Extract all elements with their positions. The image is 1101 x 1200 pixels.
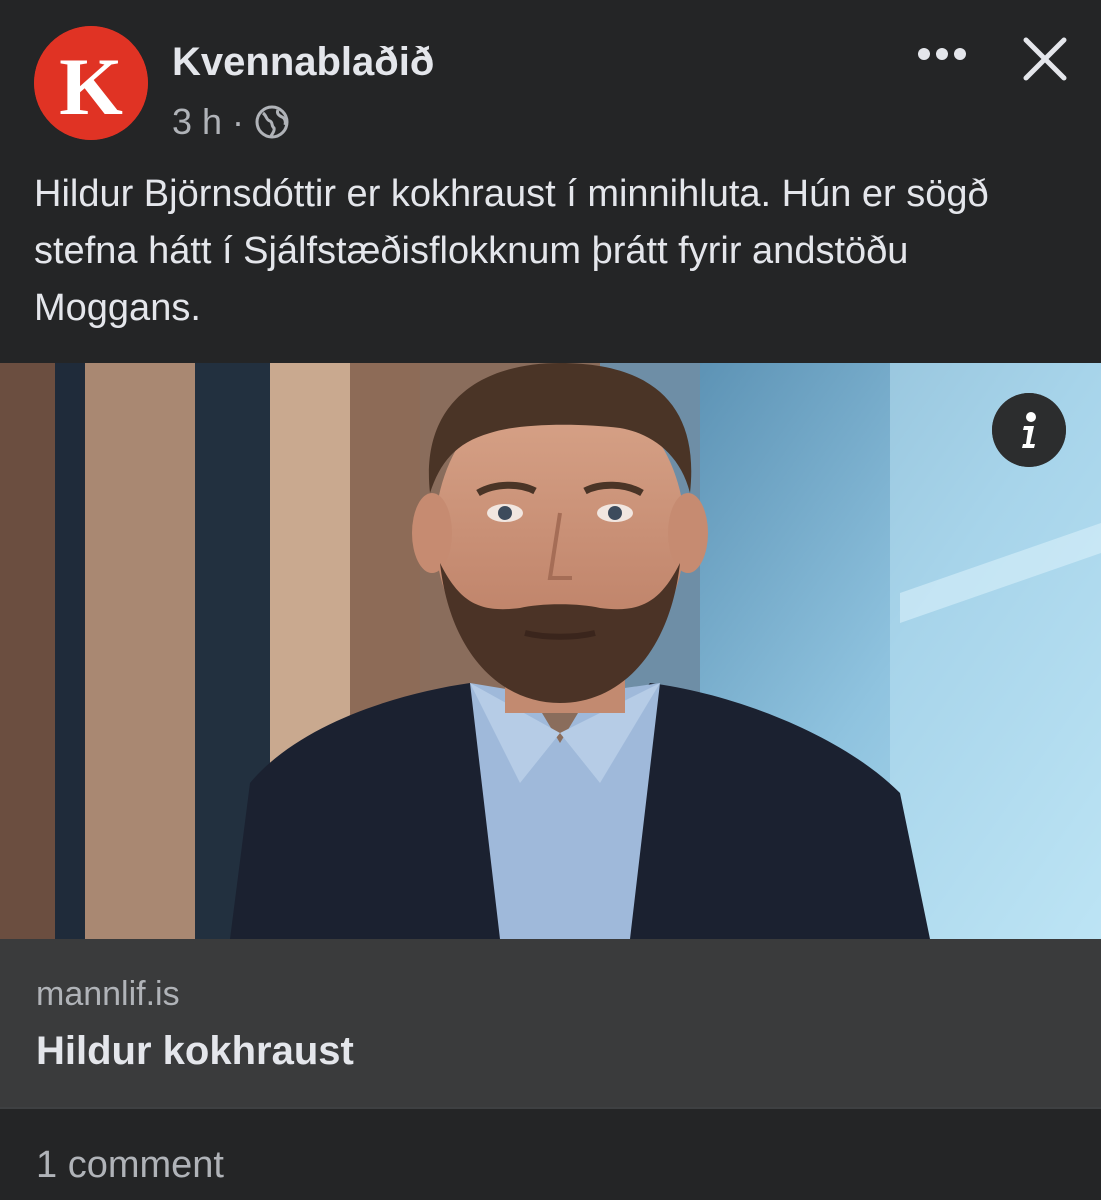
avatar-letter: K bbox=[59, 41, 123, 132]
kvennabladid-logo: K bbox=[34, 26, 148, 140]
link-preview-image[interactable] bbox=[0, 363, 1101, 939]
comment-count[interactable]: 1 comment bbox=[36, 1144, 224, 1187]
globe-icon bbox=[254, 104, 290, 140]
page-avatar[interactable]: K bbox=[34, 26, 148, 140]
post-meta: 3 h · bbox=[172, 100, 290, 144]
post-time[interactable]: 3 h bbox=[172, 101, 222, 143]
link-domain: mannlif.is bbox=[36, 975, 180, 1013]
more-icon[interactable] bbox=[912, 34, 972, 74]
post-text: Hildur Björnsdóttir er kokhraust í minni… bbox=[34, 173, 989, 329]
divider bbox=[0, 1107, 1101, 1109]
man-portrait-image bbox=[0, 363, 1101, 939]
link-title: Hildur kokhraust bbox=[36, 1029, 354, 1073]
page-name[interactable]: Kvennablaðið bbox=[172, 40, 434, 85]
post-header: K Kvennablaðið 3 h · bbox=[0, 0, 1101, 160]
info-icon[interactable] bbox=[992, 393, 1066, 467]
meta-separator: · bbox=[232, 101, 245, 142]
close-icon[interactable] bbox=[1018, 32, 1072, 86]
facebook-post: K Kvennablaðið 3 h · Hildur Björnsdóttir… bbox=[0, 0, 1101, 1200]
link-preview-footer[interactable]: mannlif.is Hildur kokhraust bbox=[0, 939, 1101, 1107]
